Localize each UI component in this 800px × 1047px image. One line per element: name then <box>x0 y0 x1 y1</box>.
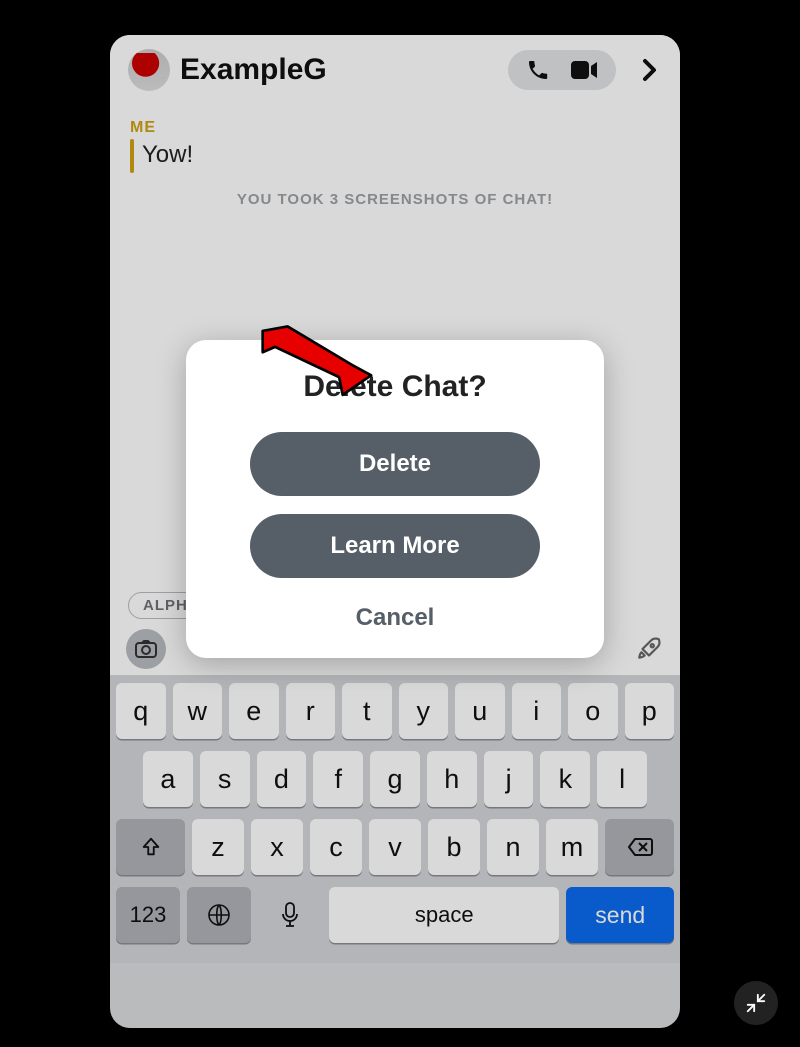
sender-me-label: ME <box>130 119 660 137</box>
video-icon[interactable] <box>570 60 598 80</box>
cancel-button[interactable]: Cancel <box>208 596 582 638</box>
key-g[interactable]: g <box>370 751 420 807</box>
key-h[interactable]: h <box>427 751 477 807</box>
message-text: Yow! <box>142 139 193 173</box>
key-b[interactable]: b <box>428 819 480 875</box>
key-z[interactable]: z <box>192 819 244 875</box>
delete-chat-modal: Delete Chat? Delete Learn More Cancel <box>186 340 604 658</box>
key-u[interactable]: u <box>455 683 505 739</box>
chat-header: ExampleG <box>110 35 680 105</box>
learn-more-button[interactable]: Learn More <box>250 514 540 578</box>
key-t[interactable]: t <box>342 683 392 739</box>
key-w[interactable]: w <box>173 683 223 739</box>
message-accent-bar <box>130 139 134 173</box>
keyboard-row-3: z x c v b n m <box>116 819 674 875</box>
chevron-right-icon[interactable] <box>632 53 666 87</box>
call-controls <box>508 50 616 90</box>
contact-avatar[interactable] <box>128 49 170 91</box>
key-y[interactable]: y <box>399 683 449 739</box>
globe-key[interactable] <box>187 887 251 943</box>
keyboard-row-4: 123 space send <box>116 887 674 943</box>
key-q[interactable]: q <box>116 683 166 739</box>
key-j[interactable]: j <box>484 751 534 807</box>
system-notice: YOU TOOK 3 SCREENSHOTS OF CHAT! <box>130 191 660 208</box>
contact-name[interactable]: ExampleG <box>180 53 498 87</box>
send-key[interactable]: send <box>566 887 674 943</box>
dictation-key[interactable] <box>258 887 322 943</box>
keyboard-row-1: q w e r t y u i o p <box>116 683 674 739</box>
key-p[interactable]: p <box>625 683 675 739</box>
key-c[interactable]: c <box>310 819 362 875</box>
phone-icon[interactable] <box>526 58 550 82</box>
shift-key[interactable] <box>116 819 185 875</box>
keyboard-row-2: a s d f g h j k l <box>116 751 674 807</box>
key-x[interactable]: x <box>251 819 303 875</box>
key-f[interactable]: f <box>313 751 363 807</box>
key-n[interactable]: n <box>487 819 539 875</box>
key-r[interactable]: r <box>286 683 336 739</box>
phone-screen: ExampleG ME Yow! YOU TOOK 3 SCREENSHOTS … <box>110 35 680 1028</box>
key-s[interactable]: s <box>200 751 250 807</box>
space-key[interactable]: space <box>329 887 559 943</box>
key-d[interactable]: d <box>257 751 307 807</box>
key-i[interactable]: i <box>512 683 562 739</box>
rocket-icon[interactable] <box>634 634 664 664</box>
key-v[interactable]: v <box>369 819 421 875</box>
numeric-key[interactable]: 123 <box>116 887 180 943</box>
modal-title: Delete Chat? <box>208 370 582 404</box>
camera-button[interactable] <box>126 629 166 669</box>
key-m[interactable]: m <box>546 819 598 875</box>
key-e[interactable]: e <box>229 683 279 739</box>
delete-button[interactable]: Delete <box>250 432 540 496</box>
collapse-icon[interactable] <box>734 981 778 1025</box>
key-l[interactable]: l <box>597 751 647 807</box>
key-a[interactable]: a <box>143 751 193 807</box>
keyboard: q w e r t y u i o p a s d f g h j k l z <box>110 675 680 963</box>
backspace-key[interactable] <box>605 819 674 875</box>
key-k[interactable]: k <box>540 751 590 807</box>
message-row[interactable]: Yow! <box>130 139 660 173</box>
key-o[interactable]: o <box>568 683 618 739</box>
